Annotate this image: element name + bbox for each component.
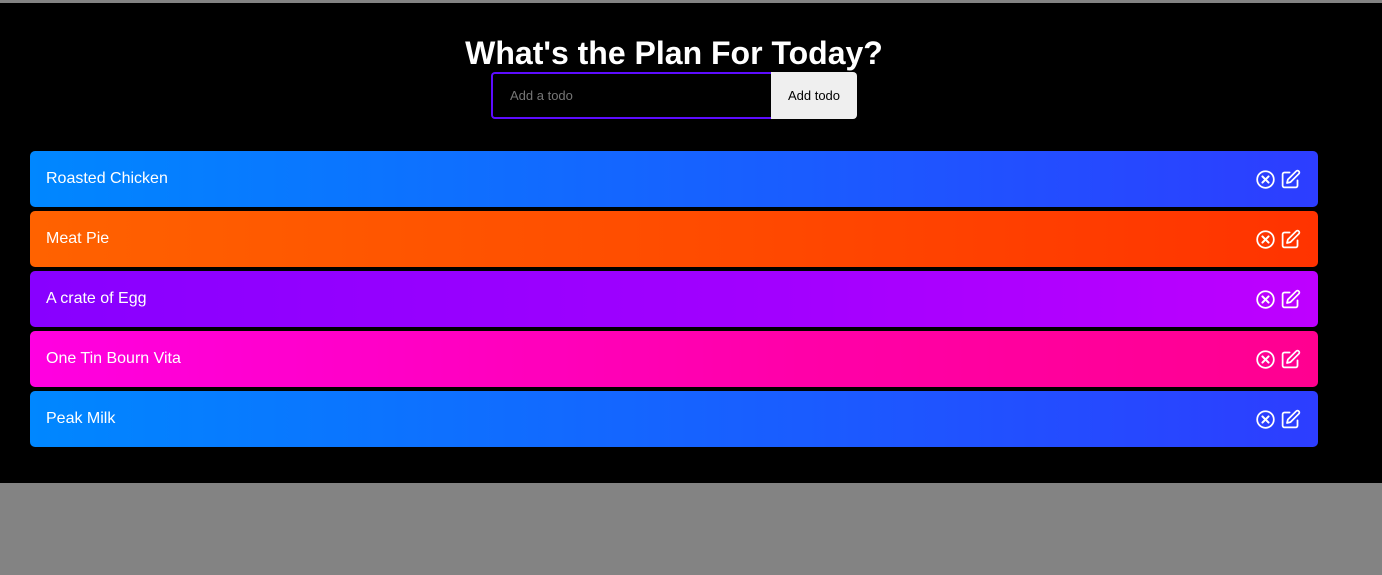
todo-actions	[1255, 169, 1301, 190]
close-circle-icon[interactable]	[1255, 229, 1276, 250]
todo-form: Add todo	[491, 72, 857, 119]
todo-input[interactable]	[491, 72, 771, 119]
close-circle-icon[interactable]	[1255, 169, 1276, 190]
close-circle-icon[interactable]	[1255, 409, 1276, 430]
todo-actions	[1255, 229, 1301, 250]
add-todo-button[interactable]: Add todo	[771, 72, 857, 119]
edit-icon[interactable]	[1280, 229, 1301, 250]
page-title: What's the Plan For Today?	[465, 35, 883, 71]
edit-icon[interactable]	[1280, 409, 1301, 430]
todo-app: What's the Plan For Today? Add todo Roas…	[0, 3, 1382, 483]
todo-list: Roasted Chicken Meat Pie A crate of Egg …	[30, 151, 1318, 451]
todo-actions	[1255, 289, 1301, 310]
todo-row: Roasted Chicken	[30, 151, 1318, 207]
todo-actions	[1255, 409, 1301, 430]
close-circle-icon[interactable]	[1255, 289, 1276, 310]
todo-text[interactable]: Meat Pie	[46, 230, 109, 248]
todo-row: One Tin Bourn Vita	[30, 331, 1318, 387]
todo-row: Meat Pie	[30, 211, 1318, 267]
todo-text[interactable]: One Tin Bourn Vita	[46, 350, 181, 368]
todo-text[interactable]: A crate of Egg	[46, 290, 147, 308]
todo-row: Peak Milk	[30, 391, 1318, 447]
edit-icon[interactable]	[1280, 169, 1301, 190]
todo-row: A crate of Egg	[30, 271, 1318, 327]
todo-text[interactable]: Peak Milk	[46, 410, 115, 428]
todo-actions	[1255, 349, 1301, 370]
todo-text[interactable]: Roasted Chicken	[46, 170, 168, 188]
close-circle-icon[interactable]	[1255, 349, 1276, 370]
edit-icon[interactable]	[1280, 289, 1301, 310]
edit-icon[interactable]	[1280, 349, 1301, 370]
